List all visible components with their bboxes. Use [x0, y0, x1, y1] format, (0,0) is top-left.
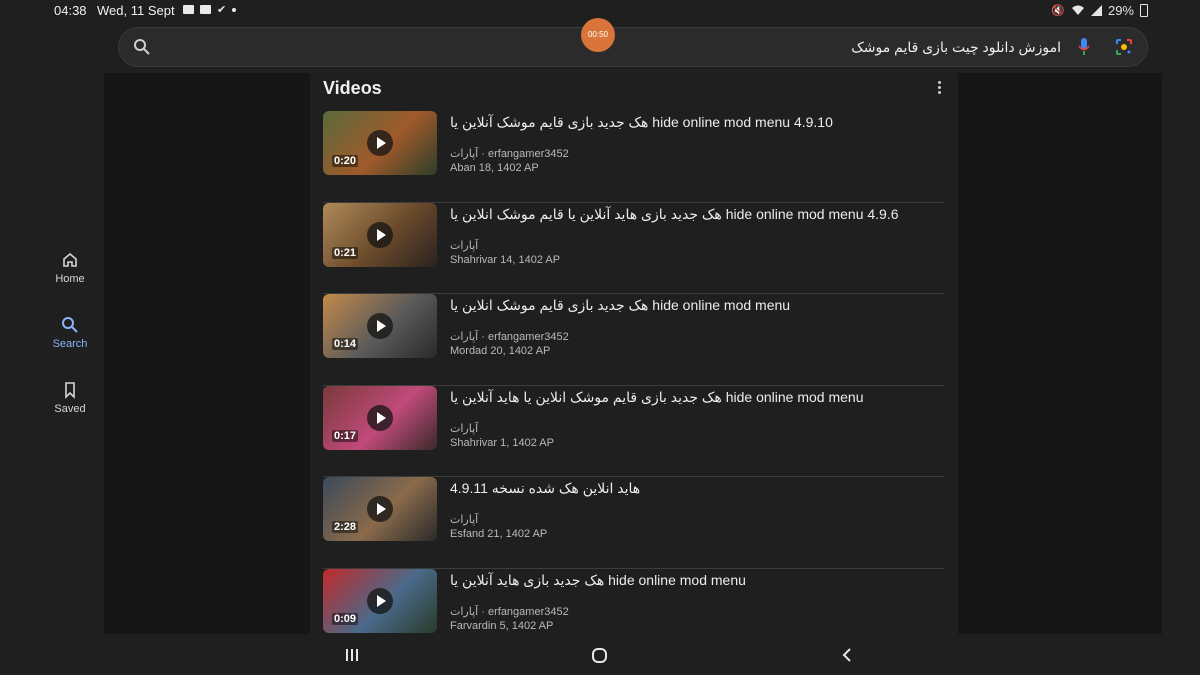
- play-icon: [367, 404, 393, 431]
- video-thumbnail[interactable]: 0:21: [323, 202, 437, 267]
- nav-search-label: Search: [52, 338, 88, 350]
- video-title[interactable]: هک جدید بازی هاید آنلاین یا hide online …: [450, 572, 746, 589]
- video-duration: 0:20: [332, 155, 359, 167]
- video-date: Farvardin 5, 1402 AP: [450, 619, 554, 632]
- nav-home-label: Home: [55, 273, 85, 285]
- video-source: آپارات: [450, 239, 479, 252]
- video-date: Aban 18, 1402 AP: [450, 162, 539, 174]
- video-source: آپارات · erfangamer3452: [450, 331, 569, 344]
- video-duration: 0:17: [332, 429, 359, 442]
- results-panel: Videos 0:20 هک جدید بازی قایم موشک آنلای…: [310, 73, 958, 634]
- system-nav-bar: [104, 634, 1162, 675]
- mute-icon: 🔇: [1051, 5, 1065, 17]
- video-date: Shahrivar 14, 1402 AP: [450, 253, 561, 266]
- home-icon: [63, 252, 77, 267]
- video-thumbnail[interactable]: 0:09: [323, 568, 437, 633]
- video-source: آپارات · erfangamer3452: [450, 148, 569, 160]
- video-result[interactable]: 0:17 هک جدید بازی قایم موشک انلاین یا ها…: [323, 385, 944, 478]
- video-title[interactable]: هاید انلاین هک شده نسخه 4.9.11: [450, 480, 640, 497]
- screen-record-timer[interactable]: 00:50: [581, 18, 615, 52]
- video-thumbnail[interactable]: 0:20: [323, 111, 437, 175]
- video-thumbnail[interactable]: 2:28: [323, 477, 437, 542]
- play-icon: [367, 496, 393, 523]
- video-title[interactable]: هک جدید بازی قایم موشک آنلاین یا hide on…: [450, 114, 833, 131]
- video-result[interactable]: 0:14 هک جدید بازی قایم موشک انلاین یا hi…: [323, 294, 944, 386]
- nav-saved-label: Saved: [54, 403, 86, 415]
- nav-home[interactable]: Home: [40, 251, 100, 285]
- play-icon: [367, 221, 393, 248]
- recent-apps-icon[interactable]: [344, 647, 360, 663]
- video-date: Esfand 21, 1402 AP: [450, 528, 548, 541]
- video-list: 0:20 هک جدید بازی قایم موشک آنلاین یا hi…: [323, 111, 944, 634]
- video-recorder-icon: [200, 5, 211, 14]
- video-thumbnail[interactable]: 0:14: [323, 294, 437, 359]
- bookmark-icon: [65, 382, 75, 399]
- play-icon: [367, 587, 393, 614]
- google-lens-icon[interactable]: [1115, 38, 1133, 56]
- nav-saved[interactable]: Saved: [40, 381, 100, 415]
- signal-icon: [1090, 5, 1102, 16]
- play-icon: [367, 130, 393, 156]
- status-right: 🔇 29%: [1051, 3, 1148, 18]
- left-panel: [104, 73, 310, 634]
- video-duration: 0:14: [332, 338, 359, 351]
- video-source: آپارات: [450, 514, 479, 527]
- video-source: آپارات · erfangamer3452: [450, 605, 569, 618]
- video-result[interactable]: 2:28 هاید انلاین هک شده نسخه 4.9.11 آپار…: [323, 477, 944, 569]
- battery-icon: [1140, 4, 1148, 17]
- video-duration: 0:21: [332, 246, 359, 259]
- search-icon[interactable]: [133, 38, 151, 56]
- video-date: Mordad 20, 1402 AP: [450, 345, 551, 358]
- wifi-icon: [1071, 5, 1084, 15]
- video-title[interactable]: هک جدید بازی قایم موشک انلاین یا هاید آن…: [450, 389, 863, 406]
- video-result[interactable]: 0:09 هک جدید بازی هاید آنلاین یا hide on…: [323, 568, 944, 634]
- video-duration: 2:28: [332, 521, 359, 534]
- video-thumbnail[interactable]: 0:17: [323, 385, 437, 450]
- video-duration: 0:09: [332, 612, 359, 625]
- status-date: Wed, 11 Sept: [97, 3, 175, 18]
- battery-percent: 29%: [1107, 3, 1134, 18]
- video-title[interactable]: هک جدید بازی قایم موشک انلاین یا hide on…: [450, 297, 790, 314]
- search-icon: [62, 317, 78, 333]
- search-bar[interactable]: اموزش دانلود چیت بازی قایم موشک: [118, 27, 1148, 67]
- status-time: 04:38: [54, 3, 87, 18]
- folder-icon: [183, 5, 194, 14]
- nav-search[interactable]: Search: [40, 316, 100, 350]
- more-notifications-icon: [232, 7, 237, 12]
- search-query[interactable]: اموزش دانلود چیت بازی قایم موشک: [851, 39, 1061, 56]
- microphone-icon[interactable]: [1077, 37, 1091, 57]
- video-source: آپارات: [450, 422, 479, 435]
- home-button-icon[interactable]: [591, 647, 608, 664]
- notification-icons: ✔: [183, 3, 237, 16]
- video-date: Shahrivar 1, 1402 AP: [450, 436, 554, 449]
- video-result[interactable]: 0:20 هک جدید بازی قایم موشک آنلاین یا hi…: [323, 111, 944, 203]
- section-title: Videos: [323, 78, 382, 98]
- video-result[interactable]: 0:21 هک جدید بازی هاید آنلاین یا قایم مو…: [323, 202, 944, 295]
- play-icon: [367, 313, 393, 340]
- back-icon[interactable]: [840, 647, 854, 663]
- right-panel: [958, 73, 1162, 634]
- check-icon: ✔: [217, 4, 227, 16]
- video-title[interactable]: هک جدید بازی هاید آنلاین یا قایم موشک ان…: [450, 206, 899, 223]
- more-options-icon[interactable]: [938, 81, 942, 95]
